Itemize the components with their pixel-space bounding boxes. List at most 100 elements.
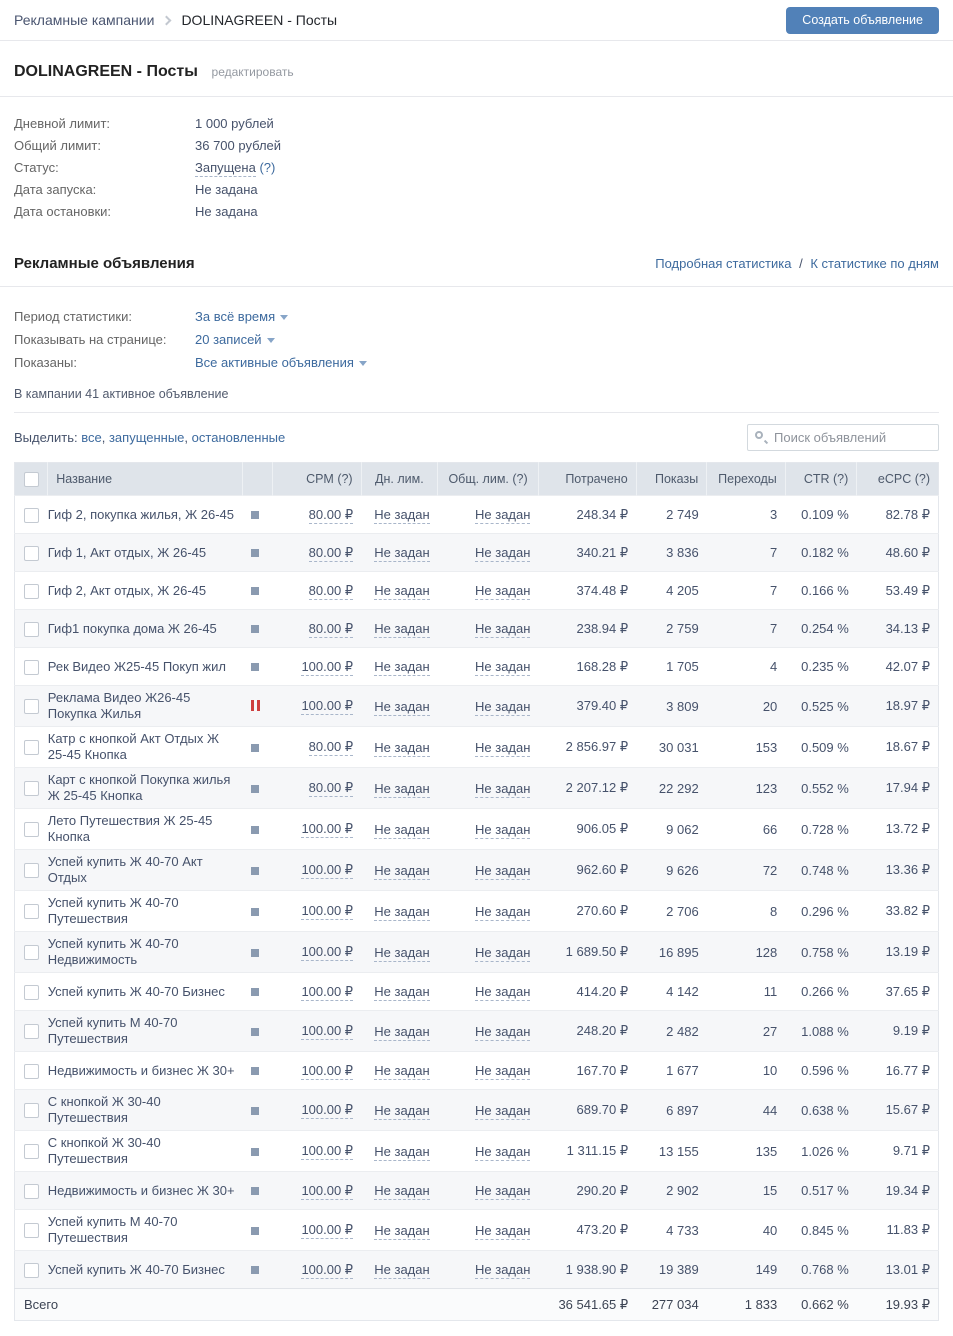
total-limit-editable-value[interactable]: Не задан [475,903,531,921]
ad-name[interactable]: Гиф1 покупка дома Ж 26-45 [47,609,243,648]
row-checkbox[interactable] [24,904,39,920]
ad-name[interactable]: Реклама Видео Ж26-45 Покупка Жилья [47,685,243,727]
cpm-editable-value[interactable]: 100.00 ₽ [301,1102,354,1119]
col-header-impressions[interactable]: Показы [635,462,707,496]
total-limit-editable-value[interactable]: Не задан [475,1023,531,1041]
daily-limit-editable-value[interactable]: Не задан [374,903,430,921]
row-checkbox[interactable] [24,545,39,561]
select-stopped-link[interactable]: остановленные [192,430,286,445]
cpm-editable-value[interactable]: 80.00 ₽ [308,620,354,638]
status-help-link[interactable]: (?) [259,160,275,175]
cpm-editable-value[interactable]: 100.00 ₽ [301,1261,354,1279]
detailed-statistics-link[interactable]: Подробная статистика [655,256,791,271]
cpm-editable-value[interactable]: 100.00 ₽ [301,1062,354,1080]
select-all-link[interactable]: все [81,430,102,445]
daily-limit-editable-value[interactable]: Не задан [374,1063,430,1080]
col-header-spent[interactable]: Потрачено [537,462,637,496]
ad-name[interactable]: С кнопкой Ж 30-40 Путешествия [47,1130,243,1172]
cpm-editable-value[interactable]: 100.00 ₽ [301,821,354,838]
daily-limit-editable-value[interactable]: Не задан [374,1262,430,1279]
row-checkbox[interactable] [24,659,39,675]
ad-name[interactable]: Недвижимость и бизнес Ж 30+ [47,1051,243,1090]
ad-name[interactable]: Успей купить М 40-70 Путешествия [47,1209,243,1251]
row-checkbox[interactable] [24,699,39,715]
col-header-ctr[interactable]: CTR (?) [784,462,857,496]
ad-name[interactable]: Успей купить Ж 40-70 Путешествия [47,890,243,932]
row-checkbox[interactable] [24,740,39,756]
ad-name[interactable]: Успей купить Ж 40-70 Недвижимость [47,931,243,973]
total-limit-editable-value[interactable]: Не задан [475,698,531,716]
total-limit-editable-value[interactable]: Не задан [475,1102,531,1120]
row-checkbox[interactable] [24,945,39,961]
row-checkbox[interactable] [24,507,39,523]
daily-limit-editable-value[interactable]: Не задан [374,659,430,676]
row-checkbox[interactable] [24,583,39,599]
row-checkbox[interactable] [24,621,39,637]
cpm-editable-value[interactable]: 100.00 ₽ [301,698,354,715]
row-checkbox[interactable] [24,1063,39,1079]
ad-name[interactable]: Карт с кнопкой Покупка жилья Ж 25-45 Кно… [47,767,243,809]
row-checkbox[interactable] [24,1223,39,1239]
daily-limit-editable-value[interactable]: Не задан [374,1143,430,1161]
daily-limit-editable-value[interactable]: Не задан [374,821,430,839]
cpm-editable-value[interactable]: 100.00 ₽ [301,1143,354,1160]
row-checkbox[interactable] [24,1103,39,1119]
cpm-editable-value[interactable]: 80.00 ₽ [308,739,354,756]
total-limit-editable-value[interactable]: Не задан [475,821,531,839]
period-dropdown[interactable]: За всё время [195,305,289,328]
row-checkbox[interactable] [24,863,39,879]
row-checkbox[interactable] [24,1183,39,1199]
daily-limit-editable-value[interactable]: Не задан [374,1183,430,1200]
daily-limit-editable-value[interactable]: Не задан [374,698,430,716]
cpm-editable-value[interactable]: 100.00 ₽ [301,862,354,879]
ad-name[interactable]: Успей купить Ж 40-70 Бизнес [47,972,243,1011]
ad-name[interactable]: С кнопкой Ж 30-40 Путешествия [47,1089,243,1131]
total-limit-editable-value[interactable]: Не задан [475,659,531,676]
select-running-link[interactable]: запущенные [109,430,184,445]
daily-limit-editable-value[interactable]: Не задан [374,583,430,600]
total-limit-editable-value[interactable]: Не задан [475,984,531,1001]
daily-limit-editable-value[interactable]: Не задан [374,621,430,638]
daily-limit-editable-value[interactable]: Не задан [374,944,430,962]
total-limit-editable-value[interactable]: Не задан [475,583,531,600]
cpm-editable-value[interactable]: 100.00 ₽ [301,983,354,1001]
total-limit-editable-value[interactable]: Не задан [475,862,531,880]
cpm-editable-value[interactable]: 100.00 ₽ [301,1182,354,1200]
edit-campaign-link[interactable]: редактировать [212,65,294,79]
per-page-dropdown[interactable]: 20 записей [195,328,275,351]
daily-limit-editable-value[interactable]: Не задан [374,507,430,524]
row-checkbox[interactable] [24,1024,39,1040]
col-header-ecpc[interactable]: eCPC (?) [856,462,939,496]
breadcrumb-campaigns-link[interactable]: Рекламные кампании [14,12,154,28]
cpm-editable-value[interactable]: 100.00 ₽ [301,944,354,961]
daily-limit-editable-value[interactable]: Не задан [374,984,430,1001]
total-limit-editable-value[interactable]: Не задан [475,944,531,962]
ad-name[interactable]: Рек Видео Ж25-45 Покуп жил [47,647,243,686]
daily-limit-editable-value[interactable]: Не задан [374,739,430,757]
daily-limit-editable-value[interactable]: Не задан [374,1222,430,1240]
total-limit-editable-value[interactable]: Не задан [475,1063,531,1080]
total-limit-editable-value[interactable]: Не задан [475,545,531,562]
cpm-editable-value[interactable]: 80.00 ₽ [308,582,354,600]
daily-limit-editable-value[interactable]: Не задан [374,1023,430,1041]
daily-limit-editable-value[interactable]: Не задан [374,862,430,880]
col-header-name[interactable]: Название [47,462,243,496]
cpm-editable-value[interactable]: 100.00 ₽ [301,903,354,920]
daily-limit-editable-value[interactable]: Не задан [374,545,430,562]
statistics-by-days-link[interactable]: К статистике по дням [810,256,939,271]
daily-limit-editable-value[interactable]: Не задан [374,780,430,798]
ad-name[interactable]: Недвижимость и бизнес Ж 30+ [47,1171,243,1210]
col-header-daily-limit[interactable]: Дн. лим. [360,462,438,496]
total-limit-editable-value[interactable]: Не задан [475,1183,531,1200]
ad-name[interactable]: Гиф 2, Акт отдых, Ж 26-45 [47,571,243,610]
ad-name[interactable]: Успей купить Ж 40-70 Акт Отдых [47,849,243,891]
ad-name[interactable]: Гиф 1, Акт отдых, Ж 26-45 [47,533,243,572]
ad-name[interactable]: Успей купить М 40-70 Путешествия [47,1010,243,1052]
col-header-total-limit[interactable]: Общ. лим. (?) [437,462,539,496]
row-checkbox[interactable] [24,1262,39,1278]
total-limit-editable-value[interactable]: Не задан [475,507,531,524]
cpm-editable-value[interactable]: 80.00 ₽ [308,780,354,797]
col-header-clicks[interactable]: Переходы [706,462,786,496]
cpm-editable-value[interactable]: 100.00 ₽ [301,658,354,676]
row-checkbox[interactable] [24,1144,39,1160]
